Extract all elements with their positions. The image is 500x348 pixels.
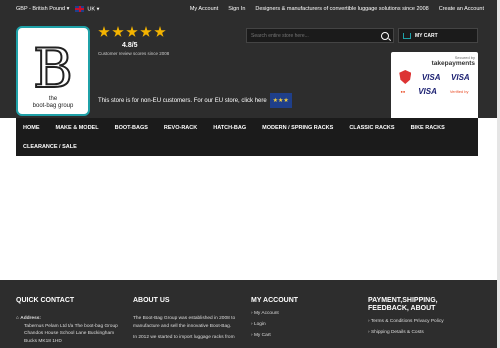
country-selector[interactable]: UK ▾ (75, 5, 99, 12)
logo-letter: B (32, 36, 74, 100)
search-input[interactable] (251, 32, 381, 39)
mastercard-logo: ●● (400, 89, 406, 94)
footer-my-account: MY ACCOUNT My Account Login My Cart (251, 297, 351, 338)
nav-row-2: CLEARANCE / SALE (16, 137, 478, 156)
header: B the boot-bag group 4.8/5 Customer revi… (0, 18, 500, 125)
footer-quick-contact: QUICK CONTACT ⌂ Address: Tabernus Pelam … (16, 297, 121, 346)
shield-icon (399, 70, 412, 84)
star-icon (98, 26, 110, 37)
footer-link-login[interactable]: Login (251, 322, 351, 327)
rating-stars (98, 26, 166, 38)
star-icon (112, 26, 124, 37)
about-paragraph-1: The Boot-Bag Group was established in 20… (133, 316, 236, 329)
nav-item-boot-bags[interactable]: BOOT-BAGS (107, 125, 156, 131)
nav-item-bike-racks[interactable]: BIKE RACKS (403, 125, 453, 131)
payment-title: PAYMENT,SHIPPING, FEEDBACK, ABOUT (368, 297, 438, 313)
address-block: ⌂ Address: Tabernus Pelam Ltd t/a The bo… (16, 315, 121, 346)
address-label: Address: (20, 316, 42, 322)
search-icon[interactable] (381, 31, 389, 40)
eu-flag-icon[interactable]: ★★★ (269, 93, 292, 108)
tagline: Designers & manufacturers of convertible… (255, 6, 429, 12)
footer-link-my-cart[interactable]: My Cart (251, 333, 351, 338)
uk-flag-icon (75, 5, 85, 12)
nav-item-modern-spring-racks[interactable]: MODERN / SPRING RACKS (254, 125, 341, 131)
search-box (246, 28, 394, 43)
star-icon (140, 26, 152, 37)
rating-caption: Customer review scores since 2008 (98, 51, 170, 56)
nav-item-clearance-sale[interactable]: CLEARANCE / SALE (16, 144, 85, 150)
footer-about: ABOUT US The Boot-Bag Group was establis… (133, 297, 241, 342)
eu-notice-text[interactable]: This store is for non-EU customers. For … (98, 98, 267, 104)
cart-icon (403, 32, 411, 39)
visa-logo-3: VISA (418, 87, 437, 96)
currency-selector[interactable]: GBP - British Pound ▾ (16, 6, 69, 12)
nav-item-hatch-bag[interactable]: HATCH-BAG (205, 125, 254, 131)
address-text: Tabernus Pelam Ltd t/a The boot-bag Grou… (24, 323, 118, 345)
footer-link-my-account[interactable]: My Account (251, 311, 351, 316)
my-account-link[interactable]: My Account (190, 6, 218, 12)
sign-in-link[interactable]: Sign In (228, 6, 245, 12)
footer-link-shipping[interactable]: Shipping Details & Costs (368, 330, 480, 335)
main-navigation: HOME MAKE & MODEL BOOT-BAGS REVO-RACK HA… (16, 118, 478, 156)
nav-row-1: HOME MAKE & MODEL BOOT-BAGS REVO-RACK HA… (16, 118, 478, 137)
nav-item-home[interactable]: HOME (16, 125, 48, 131)
visa-logo: VISA (421, 72, 441, 82)
about-title: ABOUT US (133, 297, 170, 304)
footer-link-terms[interactable]: Terms & Conditions Privacy Policy (368, 319, 480, 324)
cart-button[interactable]: MY CART (398, 28, 478, 43)
footer: QUICK CONTACT ⌂ Address: Tabernus Pelam … (0, 280, 500, 348)
verified-by-visa-label: Verified by (449, 89, 469, 94)
payment-trust-badge: Secured by takepayments VISA VISA ●● VIS… (391, 52, 478, 125)
eu-store-notice[interactable]: This store is for non-EU customers. For … (98, 93, 292, 108)
rating-score: 4.8/5 (122, 42, 138, 49)
star-icon (126, 26, 138, 37)
footer-payment: PAYMENT,SHIPPING, FEEDBACK, ABOUT Terms … (368, 297, 480, 335)
visa-logo-2: VISA (451, 72, 470, 82)
site-logo[interactable]: B the boot-bag group (16, 26, 90, 116)
about-paragraph-2: In 2012 we started to import luggage rac… (133, 335, 235, 341)
my-account-title: MY ACCOUNT (251, 297, 299, 304)
top-bar: GBP - British Pound ▾ UK ▾ My Account Si… (0, 0, 500, 18)
nav-item-classic-racks[interactable]: CLASSIC RACKS (341, 125, 402, 131)
nav-item-revo-rack[interactable]: REVO-RACK (156, 125, 205, 131)
create-account-link[interactable]: Create an Account (439, 6, 484, 12)
logo-line2: boot-bag group (32, 102, 74, 109)
nav-item-make-model[interactable]: MAKE & MODEL (48, 125, 107, 131)
star-icon (154, 26, 166, 37)
logo-line1: the (48, 95, 58, 102)
takepayments-brand: takepayments (431, 60, 475, 67)
cart-label: MY CART (415, 32, 438, 39)
quick-contact-title: QUICK CONTACT (16, 297, 75, 304)
